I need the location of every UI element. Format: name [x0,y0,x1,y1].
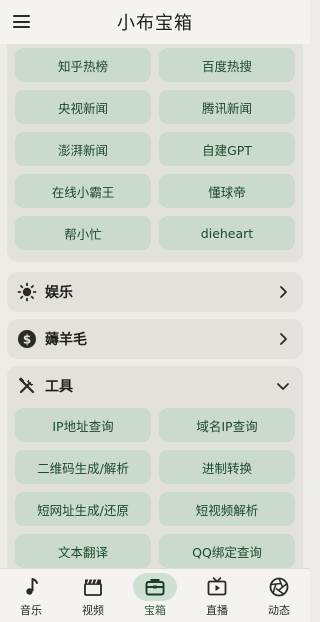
chip-base-convert[interactable]: 进制转换 [159,450,295,484]
tools-section-header[interactable]: 工具 [7,366,303,406]
app-title: 小布宝箱 [117,13,193,34]
svg-text:$: $ [23,332,31,346]
freebies-section: $ 薅羊毛 [7,319,303,359]
chip-zhihu-hot[interactable]: 知乎热榜 [15,48,151,82]
chip-tencent-news[interactable]: 腾讯新闻 [159,90,295,124]
chip-thepaper-news[interactable]: 澎湃新闻 [15,132,151,166]
sun-icon [17,282,37,302]
chip-short-url[interactable]: 短网址生成/还原 [15,492,151,526]
chip-domain-ip-lookup[interactable]: 域名IP查询 [159,408,295,442]
entertainment-section: 娱乐 [7,272,303,312]
chip-dieheart[interactable]: dieheart [159,216,295,250]
nav-live-label: 直播 [206,604,228,617]
nav-live[interactable]: 直播 [189,569,245,622]
main-content[interactable]: 知乎热榜 百度热搜 央视新闻 腾讯新闻 澎湃新闻 自建GPT 在线小霸王 懂球帝… [0,44,310,568]
app-bar: 小布宝箱 [0,0,310,44]
nav-music-label: 音乐 [20,604,42,617]
entertainment-section-header[interactable]: 娱乐 [7,272,303,312]
chip-cctv-news[interactable]: 央视新闻 [15,90,151,124]
nav-music[interactable]: 音乐 [3,569,59,622]
nav-feed-label: 动态 [268,604,290,617]
chip-short-video-parse[interactable]: 短视频解析 [159,492,295,526]
toolbox-icon [145,579,165,596]
nav-toolbox-label: 宝箱 [144,604,166,617]
chip-text-translate[interactable]: 文本翻译 [15,534,151,568]
aperture-icon [269,577,289,597]
chip-self-gpt[interactable]: 自建GPT [159,132,295,166]
nav-video[interactable]: 视频 [65,569,121,622]
freebies-section-header[interactable]: $ 薅羊毛 [7,319,303,359]
tools-icon [19,377,35,394]
chip-dongqiudi[interactable]: 懂球帝 [159,174,295,208]
chip-qq-binding-lookup[interactable]: QQ绑定查询 [159,534,295,568]
chip-bangxiaomang[interactable]: 帮小忙 [15,216,151,250]
chevron-down-icon [277,383,289,390]
tools-section-label: 工具 [45,379,73,395]
chip-ip-lookup[interactable]: IP地址查询 [15,408,151,442]
nav-video-label: 视频 [82,604,104,617]
entertainment-section-label: 娱乐 [45,285,73,301]
chip-qrcode[interactable]: 二维码生成/解析 [15,450,151,484]
hot-section-grid: 知乎热榜 百度热搜 央视新闻 腾讯新闻 澎湃新闻 自建GPT 在线小霸王 懂球帝… [15,48,295,250]
tools-section-grid: IP地址查询 域名IP查询 二维码生成/解析 进制转换 短网址生成/还原 短视频… [15,408,295,568]
tv-icon [207,577,227,596]
chevron-right-icon [280,286,287,298]
chevron-right-icon [280,333,287,345]
music-note-icon [26,578,38,595]
chip-baidu-hot[interactable]: 百度热搜 [159,48,295,82]
tools-section: 工具 IP地址查询 域名IP查询 二维码生成/解析 进制转换 短网址生成/还原 … [7,366,303,568]
chip-online-nes[interactable]: 在线小霸王 [15,174,151,208]
freebies-section-label: 薅羊毛 [45,332,87,348]
dollar-coin-icon: $ [18,330,36,348]
clapperboard-icon [84,579,102,596]
menu-icon[interactable] [13,15,30,28]
bottom-nav: 音乐 视频 宝箱 直播 动态 [0,568,310,622]
nav-toolbox[interactable]: 宝箱 [127,569,183,622]
nav-feed[interactable]: 动态 [251,569,307,622]
hot-section-card: 知乎热榜 百度热搜 央视新闻 腾讯新闻 澎湃新闻 自建GPT 在线小霸王 懂球帝… [7,44,303,262]
